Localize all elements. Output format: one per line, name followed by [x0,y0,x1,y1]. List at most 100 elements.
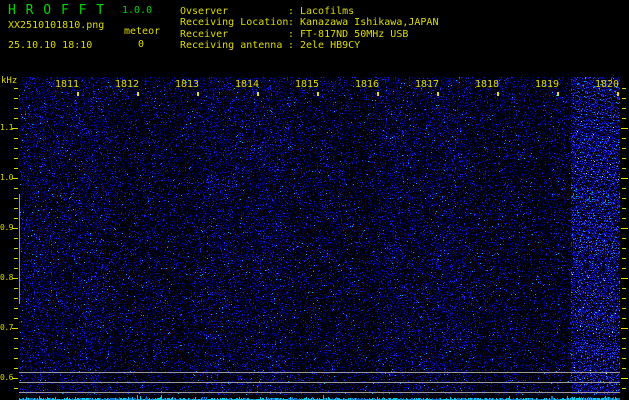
frequency-minor-tick-left [14,168,18,169]
time-tick-label: 1813 [174,79,200,90]
info-label: Ovserver [180,6,229,17]
frequency-minor-tick-left [14,268,18,269]
frequency-minor-tick-right [622,138,626,139]
frequency-minor-tick-left [14,348,18,349]
frequency-major-tick-left [12,328,18,329]
time-tick-label: 1815 [294,79,320,90]
frequency-minor-tick-right [622,188,626,189]
frequency-minor-tick-left [14,288,18,289]
frequency-minor-tick-right [622,388,626,389]
frequency-major-tick-left [12,278,18,279]
time-tick [317,92,319,96]
frequency-minor-tick-right [622,168,626,169]
time-tick-label: 1819 [534,79,560,90]
info-value: Lacofilms [300,6,355,17]
frequency-minor-tick-left [14,248,18,249]
frequency-minor-tick-right [622,148,626,149]
frequency-minor-tick-left [14,98,18,99]
frequency-minor-tick-right [622,318,626,319]
app-version: 1.0.0 [122,5,153,16]
info-value: 2ele HB9CY [300,40,361,52]
time-tick-label: 1816 [354,79,380,90]
station-info-row: Receiving Location: Kanazawa Ishikawa,JA… [180,18,438,28]
time-tick [197,92,199,96]
frequency-minor-tick-left [14,308,18,309]
frequency-minor-tick-left [14,118,18,119]
frequency-major-tick-right [621,128,628,129]
frequency-major-tick-left [12,178,18,179]
station-info-row: Receiver: FT-817ND 50MHz USB [180,28,438,40]
frequency-minor-tick-left [14,108,18,109]
frequency-minor-tick-right [622,308,626,309]
info-colon: : [288,17,301,29]
time-tick-label: 1811 [54,79,80,90]
info-colon: : [288,28,301,40]
observation-mode-label: meteor [124,26,161,37]
info-colon: : [288,6,301,17]
frequency-minor-tick-left [14,208,18,209]
frequency-minor-tick-right [622,108,626,109]
time-tick [557,92,559,96]
frequency-major-tick-left [12,128,18,129]
frequency-minor-tick-left [14,158,18,159]
frequency-minor-tick-right [622,238,626,239]
frequency-minor-tick-left [14,138,18,139]
info-label: Receiver [180,28,229,40]
frequency-major-tick-left [12,378,18,379]
frequency-major-tick-right [621,178,628,179]
frequency-minor-tick-left [14,318,18,319]
info-value: Kanazawa Ishikawa,JAPAN [300,17,439,29]
info-label: Receiving Location [180,17,289,29]
frequency-major-tick-right [621,228,628,229]
frequency-minor-tick-left [14,388,18,389]
meteor-count: 0 [138,39,145,50]
frequency-minor-tick-left [14,198,18,199]
time-tick-label: 1812 [114,79,140,90]
frequency-major-tick-right [621,378,628,379]
frequency-minor-tick-left [14,148,18,149]
frequency-minor-tick-left [14,238,18,239]
frequency-minor-tick-right [622,98,626,99]
time-tick-label: 1820 [594,79,620,90]
frequency-major-tick-left [12,228,18,229]
time-tick [137,92,139,96]
frequency-minor-tick-right [622,358,626,359]
info-colon: : [288,40,301,52]
frequency-minor-tick-left [14,298,18,299]
time-tick-label: 1817 [414,79,440,90]
spectrogram-canvas [19,77,620,400]
time-tick [617,92,619,96]
time-tick [377,92,379,96]
frequency-minor-tick-right [622,118,626,119]
frequency-minor-tick-left [14,218,18,219]
frequency-minor-tick-left [14,258,18,259]
time-tick-label: 1814 [234,79,260,90]
frequency-axis-unit-label: kHz [1,76,18,86]
frequency-minor-tick-right [622,158,626,159]
frequency-minor-tick-right [622,198,626,199]
info-label: Receiving antenna [180,40,283,52]
frequency-minor-tick-left [14,358,18,359]
frequency-minor-tick-right [622,248,626,249]
frequency-minor-tick-right [622,298,626,299]
app-title: H R O F F T [8,3,106,18]
info-value: FT-817ND 50MHz USB [300,28,409,40]
output-filename: XX2510101810.png [8,20,105,31]
frequency-minor-tick-right [622,208,626,209]
station-info-block: Ovserver: Lacofilms Receiving Location: K… [180,7,438,53]
frequency-minor-tick-right [622,368,626,369]
station-info-row: Ovserver: Lacofilms [180,7,438,17]
frequency-minor-tick-right [622,288,626,289]
frequency-major-tick-right [621,278,628,279]
time-tick [257,92,259,96]
observation-datetime: 25.10.10 18:10 [8,40,93,51]
frequency-major-tick-right [621,328,628,329]
time-tick-label: 1818 [474,79,500,90]
frequency-minor-tick-left [14,338,18,339]
frequency-minor-tick-right [622,338,626,339]
frequency-minor-tick-right [622,268,626,269]
time-tick [77,92,79,96]
frequency-minor-tick-left [14,88,18,89]
frequency-minor-tick-right [622,218,626,219]
frequency-minor-tick-right [622,258,626,259]
